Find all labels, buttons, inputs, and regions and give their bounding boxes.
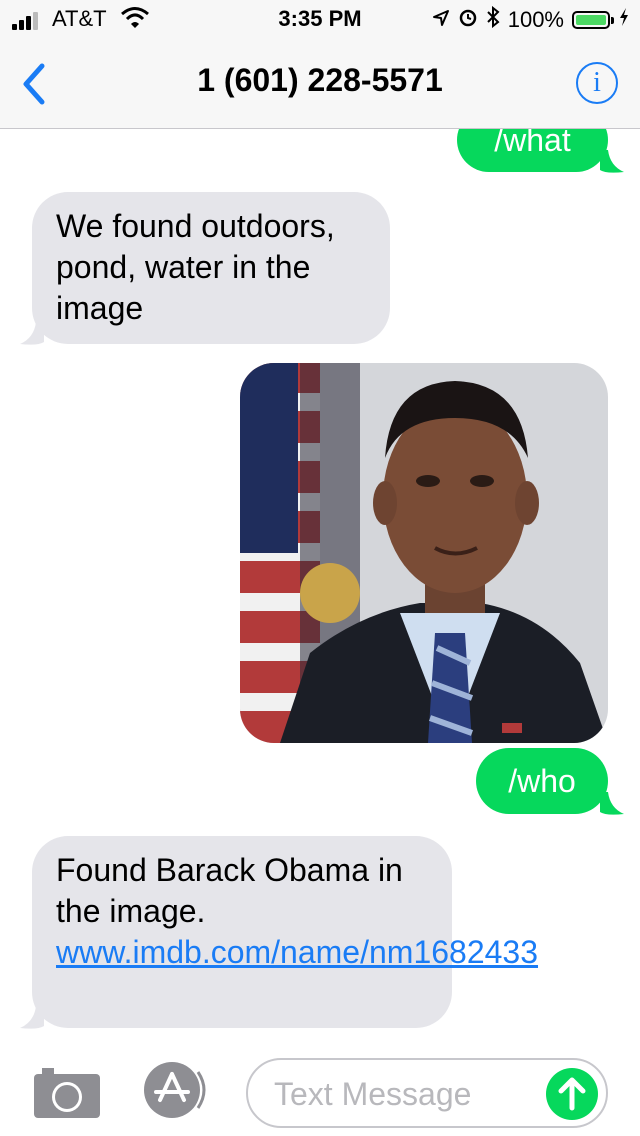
camera-button[interactable]: [34, 1066, 100, 1123]
bubble-tail: [600, 792, 624, 815]
bubble-tail: [20, 322, 44, 345]
charging-icon: [618, 7, 630, 33]
message-text-field[interactable]: [246, 1058, 608, 1128]
compose-bar: [0, 1046, 640, 1136]
location-arrow-icon: [432, 7, 450, 33]
info-button[interactable]: i: [576, 62, 618, 104]
incoming-message[interactable]: We found outdoors, pond, water in the im…: [32, 192, 390, 344]
app-store-button[interactable]: [142, 1062, 212, 1123]
app-store-icon: [144, 1062, 206, 1118]
camera-icon: [34, 1068, 100, 1118]
conversation-title: 1 (601) 228-5571: [197, 62, 443, 98]
battery-icon: [572, 11, 614, 29]
bubble-tail: [600, 150, 624, 173]
navigation-bar: 1 (601) 228-5571 i: [0, 40, 640, 129]
battery-percent: 100%: [507, 7, 564, 32]
incoming-message[interactable]: Found Barack Obama in the image. www.imd…: [32, 836, 538, 1028]
bluetooth-icon: [486, 5, 500, 34]
send-button[interactable]: [546, 1068, 598, 1120]
status-right: 100%: [432, 5, 630, 34]
info-icon: i: [593, 67, 601, 98]
message-input[interactable]: [272, 1072, 536, 1116]
message-text: Found Barack Obama in the image.: [56, 852, 403, 929]
arrow-up-icon: [558, 1077, 586, 1111]
imdb-link[interactable]: www.imdb.com/name/nm1682433: [56, 934, 538, 970]
message-text: We found outdoors, pond, water in the im…: [56, 208, 335, 326]
message-text: /who: [508, 763, 576, 799]
portrait-photo: [240, 363, 608, 743]
bubble-tail: [20, 1006, 44, 1029]
alarm-icon: [458, 7, 478, 33]
outgoing-message[interactable]: /who: [476, 748, 608, 814]
outgoing-photo-message[interactable]: [240, 363, 608, 743]
status-bar: AT&T 3:35 PM 100%: [0, 0, 640, 40]
